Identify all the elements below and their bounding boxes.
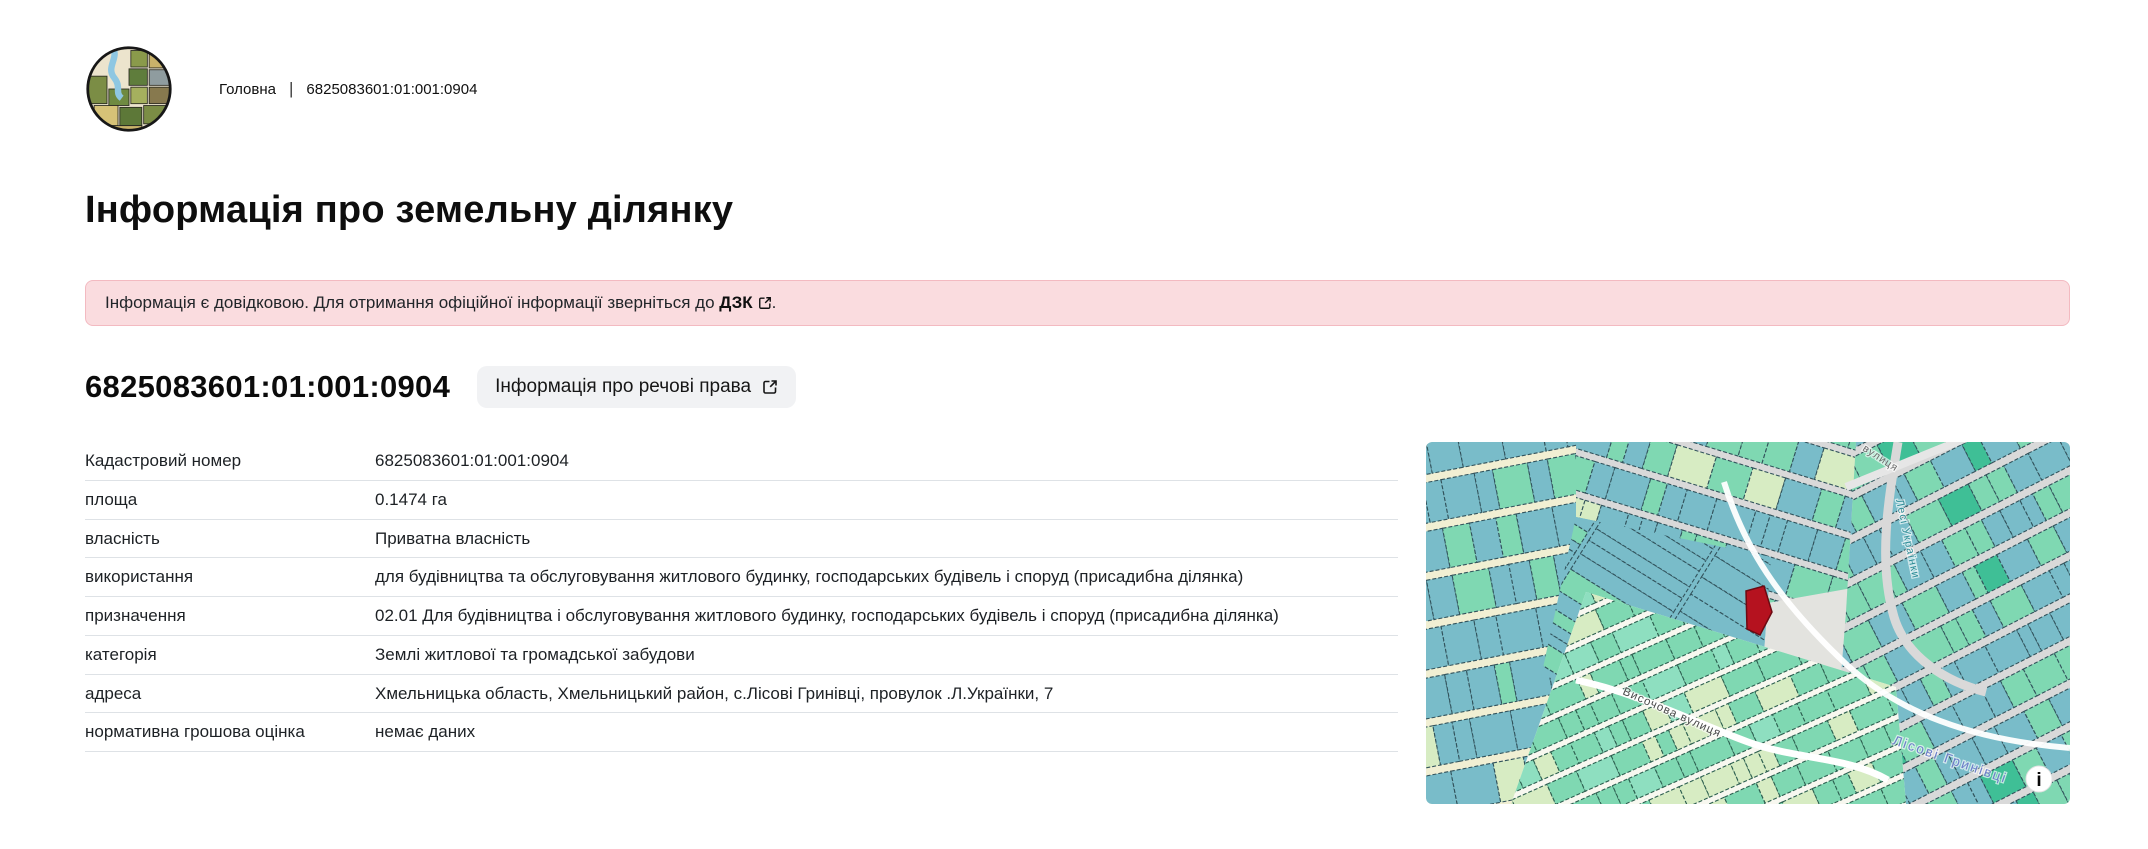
main-content: Кадастровий номер 6825083601:01:001:0904…: [85, 442, 2070, 804]
dzk-link[interactable]: ДЗК: [719, 293, 771, 313]
detail-label: призначення: [85, 597, 375, 636]
site-header: Головна | 6825083601:01:001:0904: [85, 45, 2070, 133]
table-row: адреса Хмельницька область, Хмельницький…: [85, 674, 1398, 713]
table-row: використання для будівництва та обслугов…: [85, 558, 1398, 597]
page-title: Інформація про земельну ділянку: [85, 189, 2070, 232]
detail-label: власність: [85, 519, 375, 558]
detail-value: Хмельницька область, Хмельницький район,…: [375, 674, 1398, 713]
table-row: площа 0.1474 га: [85, 480, 1398, 519]
breadcrumb-current: 6825083601:01:001:0904: [306, 81, 477, 98]
detail-label: категорія: [85, 635, 375, 674]
cadastral-map-canvas[interactable]: Височова вулиця вулиця Лесі Українки Ліс…: [1426, 442, 2070, 804]
external-link-icon: [762, 379, 778, 395]
detail-value: Землі житлової та громадської забудови: [375, 635, 1398, 674]
breadcrumb-home-link[interactable]: Головна: [219, 81, 276, 98]
table-row: власність Приватна власність: [85, 519, 1398, 558]
breadcrumb-separator: |: [289, 79, 293, 99]
disclaimer-suffix: .: [772, 293, 777, 312]
info-icon: i: [2036, 770, 2041, 791]
table-row: Кадастровий номер 6825083601:01:001:0904: [85, 442, 1398, 480]
detail-value: Приватна власність: [375, 519, 1398, 558]
table-row: нормативна грошова оцінка немає даних: [85, 713, 1398, 752]
disclaimer-alert: Інформація є довідковою. Для отримання о…: [85, 280, 2070, 326]
detail-label: площа: [85, 480, 375, 519]
table-row: категорія Землі житлової та громадської …: [85, 635, 1398, 674]
detail-label: Кадастровий номер: [85, 442, 375, 480]
detail-value: 02.01 Для будівництва і обслуговування ж…: [375, 597, 1398, 636]
parcel-details-rows: Кадастровий номер 6825083601:01:001:0904…: [85, 442, 1398, 752]
parcel-header: 6825083601:01:001:0904 Інформація про ре…: [85, 366, 2070, 408]
detail-label: використання: [85, 558, 375, 597]
table-row: призначення 02.01 Для будівництва і обсл…: [85, 597, 1398, 636]
site-logo[interactable]: [85, 45, 173, 133]
disclaimer-text: Інформація є довідковою. Для отримання о…: [105, 293, 719, 312]
detail-value: 0.1474 га: [375, 480, 1398, 519]
parcel-number: 6825083601:01:001:0904: [85, 369, 450, 405]
detail-value: 6825083601:01:001:0904: [375, 442, 1398, 480]
page: Головна | 6825083601:01:001:0904 Інформа…: [0, 0, 2148, 804]
property-rights-button[interactable]: Інформація про речові права: [477, 366, 796, 408]
property-rights-button-label: Інформація про речові права: [495, 376, 751, 398]
detail-value: для будівництва та обслуговування житлов…: [375, 558, 1398, 597]
map-info-button[interactable]: i: [2026, 766, 2052, 792]
detail-label: нормативна грошова оцінка: [85, 713, 375, 752]
cadastral-map[interactable]: Височова вулиця вулиця Лесі Українки Ліс…: [1426, 442, 2070, 804]
dzk-link-label: ДЗК: [719, 293, 752, 313]
external-link-icon: [758, 296, 772, 310]
detail-label: адреса: [85, 674, 375, 713]
breadcrumb: Головна | 6825083601:01:001:0904: [219, 79, 477, 99]
detail-value: немає даних: [375, 713, 1398, 752]
parcel-details-table: Кадастровий номер 6825083601:01:001:0904…: [85, 442, 1398, 752]
